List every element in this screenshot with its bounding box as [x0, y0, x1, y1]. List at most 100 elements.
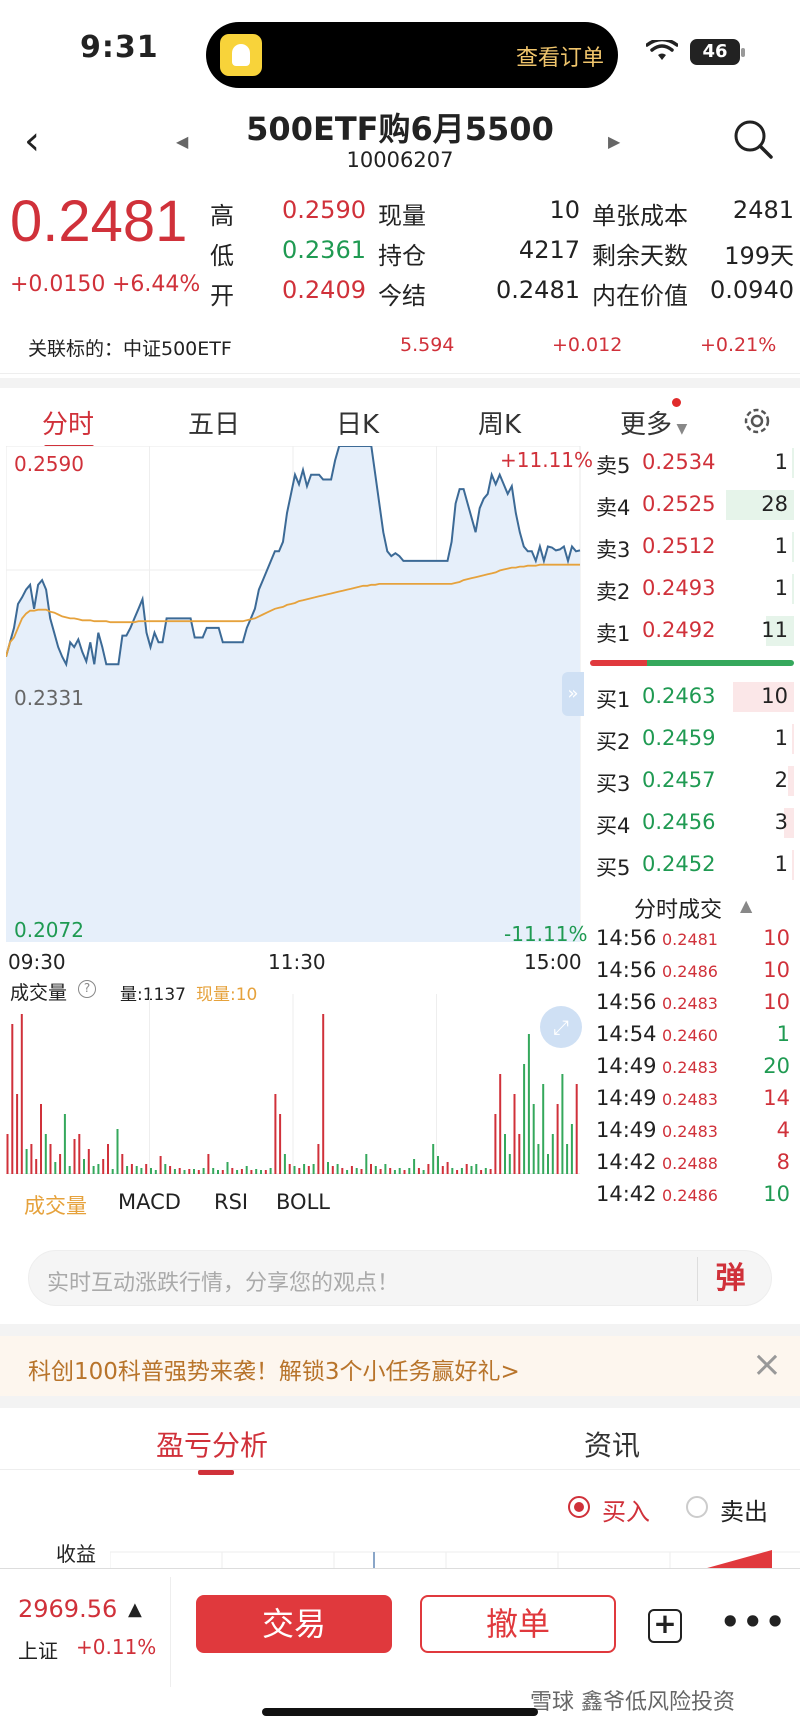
- volume-bar: [221, 1170, 224, 1174]
- sell-radio-label[interactable]: 卖出: [720, 1492, 768, 1527]
- settle-label: 今结: [378, 282, 426, 310]
- trade-time: 14:42: [596, 1150, 657, 1174]
- buy-level-3[interactable]: 买3 0.2457 2: [588, 764, 794, 798]
- ind-tab-macd[interactable]: MACD: [118, 1190, 181, 1214]
- fullscreen-icon[interactable]: ⤢: [540, 1006, 582, 1048]
- promo-banner[interactable]: 科创100科普强势来袭！解锁3个小任务赢好礼> ×: [0, 1324, 800, 1396]
- volume-bar: [446, 1162, 449, 1174]
- trade-time: 14:56: [596, 990, 657, 1014]
- volume-bar: [307, 1166, 310, 1174]
- tab-intraday[interactable]: 分时: [42, 404, 94, 441]
- trade-price: 0.2486: [662, 962, 718, 981]
- trade-qty: 10: [763, 926, 790, 950]
- watermark: 雪球 鑫爷低风险投资: [530, 1690, 735, 1715]
- level-qty: 11: [761, 618, 788, 642]
- volume-bar: [202, 1168, 205, 1174]
- level-price: 0.2534: [642, 450, 716, 474]
- volume-bar: [441, 1166, 444, 1174]
- close-icon[interactable]: ×: [752, 1344, 782, 1385]
- trade-row: 14:56 0.2481 10: [596, 926, 790, 956]
- buy-radio-label[interactable]: 买入: [602, 1492, 650, 1527]
- trade-time: 14:42: [596, 1182, 657, 1206]
- x-label-end: 15:00: [524, 950, 582, 974]
- volume-bar: [197, 1170, 200, 1174]
- search-icon[interactable]: [732, 118, 774, 160]
- open-interest-label: 持仓: [378, 242, 426, 270]
- volume-bar: [484, 1168, 487, 1174]
- sell-level-4[interactable]: 卖2 0.2493 1: [588, 572, 794, 606]
- gear-icon[interactable]: [742, 406, 772, 436]
- dropdown-icon: ▼: [672, 421, 688, 437]
- tab-daily-k[interactable]: 日K: [336, 404, 379, 441]
- cancel-order-button[interactable]: 撤单: [420, 1595, 616, 1653]
- volume-bar: [417, 1168, 420, 1174]
- prev-contract-icon[interactable]: ◀: [176, 132, 188, 151]
- trade-price: 0.2488: [662, 1154, 718, 1173]
- tab-underline: [198, 1470, 234, 1475]
- volume-bar: [274, 1094, 277, 1174]
- dynamic-island[interactable]: 查看订单: [206, 22, 618, 88]
- comment-input[interactable]: 实时互动涨跌行情，分享您的观点！ 弹: [28, 1250, 772, 1306]
- comment-placeholder: 实时互动涨跌行情，分享您的观点！: [47, 1271, 400, 1296]
- volume-bar: [279, 1114, 282, 1174]
- intraday-chart[interactable]: [6, 446, 586, 942]
- volume-bar: [207, 1154, 210, 1174]
- sell-level-1[interactable]: 卖5 0.2534 1: [588, 446, 794, 480]
- tab-five-day[interactable]: 五日: [188, 404, 240, 441]
- tab-news[interactable]: 资讯: [584, 1424, 640, 1464]
- ind-tab-boll[interactable]: BOLL: [276, 1190, 330, 1214]
- trade-button[interactable]: 交易: [196, 1595, 392, 1653]
- next-contract-icon[interactable]: ▶: [608, 132, 620, 151]
- collapse-icon[interactable]: ▲: [740, 896, 752, 915]
- trade-price: 0.2483: [662, 1090, 718, 1109]
- volume-bar: [16, 1094, 19, 1174]
- volume-bar: [264, 1170, 267, 1174]
- buy-level-4[interactable]: 买4 0.2456 3: [588, 806, 794, 840]
- danmu-icon[interactable]: 弹: [697, 1257, 763, 1301]
- sell-radio[interactable]: [686, 1496, 708, 1518]
- volume-bar: [217, 1170, 219, 1174]
- volume-bar: [499, 1074, 502, 1174]
- sell-level-5[interactable]: 卖1 0.2492 11: [588, 614, 794, 648]
- sell-level-2[interactable]: 卖4 0.2525 28: [588, 488, 794, 522]
- volume-bar: [389, 1168, 392, 1174]
- trade-qty: 8: [776, 1150, 790, 1174]
- ind-tab-rsi[interactable]: RSI: [214, 1190, 248, 1214]
- volume-bar: [551, 1134, 554, 1174]
- volume-bar: [111, 1169, 114, 1174]
- view-orders-link[interactable]: 查看订单: [516, 40, 604, 72]
- more-icon[interactable]: •••: [720, 1603, 787, 1641]
- buy-depth-bar: [788, 766, 794, 796]
- expand-side-icon[interactable]: »: [562, 672, 584, 716]
- buy-level-2[interactable]: 买2 0.2459 1: [588, 722, 794, 756]
- high-label: 高: [210, 202, 234, 230]
- volume-bar: [475, 1164, 478, 1174]
- tab-pnl-analysis[interactable]: 盈亏分析: [156, 1424, 268, 1464]
- volume-bar: [322, 1014, 325, 1174]
- volume-bar: [6, 1134, 9, 1174]
- ind-tab-volume[interactable]: 成交量: [24, 1190, 87, 1220]
- level-label: 卖1: [596, 622, 631, 646]
- buy-level-5[interactable]: 买5 0.2452 1: [588, 848, 794, 882]
- related-underlying[interactable]: 关联标的：中证500ETF 5.594 +0.012 +0.21%: [0, 318, 800, 374]
- related-pct: +0.21%: [700, 334, 777, 356]
- volume-bar: [145, 1164, 148, 1174]
- tab-weekly-k[interactable]: 周K: [478, 404, 521, 441]
- index-value[interactable]: 2969.56: [18, 1595, 117, 1623]
- buy-radio[interactable]: [568, 1496, 590, 1518]
- trade-row: 14:56 0.2483 10: [596, 990, 790, 1020]
- buy-level-1[interactable]: 买1 0.2463 10: [588, 680, 794, 714]
- volume-bar: [164, 1164, 167, 1174]
- level-label: 买1: [596, 688, 631, 712]
- level-price: 0.2492: [642, 618, 716, 642]
- volume-bar: [527, 1034, 530, 1174]
- trade-price: 0.2486: [662, 1186, 718, 1205]
- sell-level-3[interactable]: 卖3 0.2512 1: [588, 530, 794, 564]
- back-icon[interactable]: ‹: [24, 118, 40, 164]
- volume-bar: [49, 1144, 52, 1174]
- days-left-label: 剩余天数: [592, 242, 688, 270]
- sell-depth-bar: [792, 532, 794, 562]
- volume-bar: [59, 1154, 62, 1174]
- tab-more[interactable]: 更多 ▼: [620, 404, 687, 441]
- add-watchlist-icon[interactable]: +: [648, 1609, 682, 1643]
